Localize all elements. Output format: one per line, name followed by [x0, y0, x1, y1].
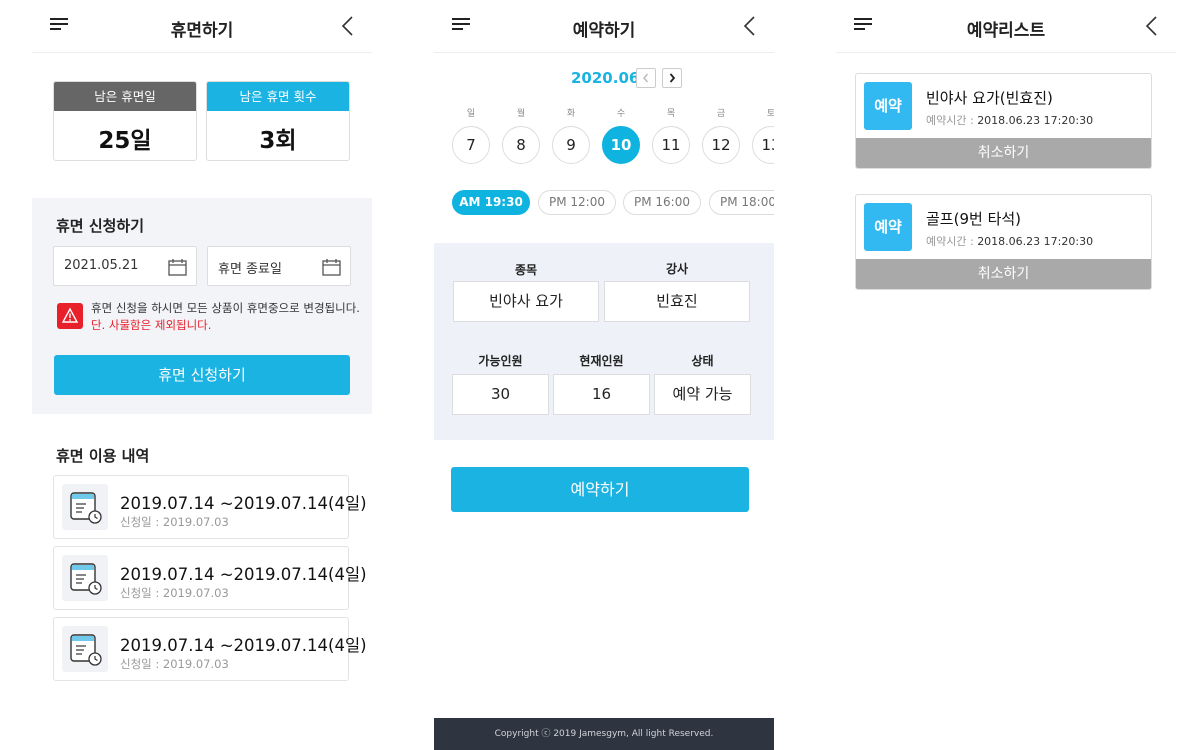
- day-button[interactable]: 13: [752, 126, 774, 164]
- status-label: 상태: [691, 354, 714, 368]
- reservation-time-label: 예약시간 :: [926, 235, 978, 248]
- notice-exception-text: 단. 사물함은 제외됩니다.: [91, 318, 212, 332]
- day-button[interactable]: 7: [452, 126, 490, 164]
- reservation-time-value: 2018.06.23 17:20:30: [977, 235, 1094, 248]
- calendar-icon[interactable]: [168, 258, 187, 276]
- day-button[interactable]: 9: [552, 126, 590, 164]
- document-clock-icon: [62, 626, 108, 672]
- instructor-value: 빈효진: [604, 281, 750, 322]
- day-button-selected[interactable]: 10: [602, 126, 640, 164]
- reservation-badge: 예약: [864, 82, 912, 130]
- current-count-value: 16: [553, 374, 650, 415]
- weekday-label: 화: [566, 109, 576, 119]
- remaining-days-label: 남은 휴면일: [54, 82, 196, 111]
- reservation-name: 빈야사 요가(빈효진): [926, 89, 1053, 107]
- reservation-list-screen: 예약리스트 예약 빈야사 요가(빈효진) 예약시간 : 2018.06.23 1…: [836, 0, 1176, 750]
- status-value: 예약 가능: [654, 374, 751, 415]
- reservation-screen: 예약하기 2020.06 일 월 화 수 목 금 토 7 8 9 10 11 1…: [434, 0, 774, 750]
- history-item[interactable]: 2019.07.14 ~2019.07.14(4일) 신청일 : 2019.07…: [53, 475, 367, 539]
- page-title: 예약리스트: [966, 21, 1046, 41]
- back-chevron-icon[interactable]: [1144, 15, 1160, 37]
- remaining-count-value: 3회: [259, 128, 297, 154]
- day-button[interactable]: 8: [502, 126, 540, 164]
- reservation-name: 골프(9번 타석): [926, 210, 1022, 228]
- dormancy-screen: 휴면하기 남은 휴면일 25일 남은 휴면 횟수 3회 휴면 신청하기 2021…: [32, 0, 372, 750]
- footer-copyright: Copyright ⓒ 2019 Jamesgym, All light Res…: [434, 718, 774, 750]
- history-applied-date: 신청일 : 2019.07.03: [120, 657, 229, 671]
- history-range: 2019.07.14 ~2019.07.14(4일): [120, 565, 367, 584]
- start-date-value: 2021.05.21: [64, 258, 139, 273]
- remaining-count-label: 남은 휴면 횟수: [207, 82, 349, 111]
- weekday-label: 월: [516, 109, 526, 119]
- remaining-days-value: 25일: [98, 128, 152, 154]
- apply-section-title: 휴면 신청하기: [56, 217, 145, 235]
- start-date-field[interactable]: 2021.05.21: [53, 246, 197, 286]
- capacity-label: 가능인원: [478, 354, 523, 368]
- back-chevron-icon[interactable]: [340, 15, 356, 37]
- day-button[interactable]: 11: [652, 126, 690, 164]
- cancel-reservation-button[interactable]: 취소하기: [856, 259, 1151, 289]
- time-slot[interactable]: PM 18:00: [709, 190, 774, 215]
- history-range: 2019.07.14 ~2019.07.14(4일): [120, 494, 367, 513]
- time-slot[interactable]: PM 16:00: [623, 190, 701, 215]
- time-slot[interactable]: PM 12:00: [538, 190, 616, 215]
- history-applied-date: 신청일 : 2019.07.03: [120, 586, 229, 600]
- history-range: 2019.07.14 ~2019.07.14(4일): [120, 636, 367, 655]
- calendar-icon[interactable]: [322, 258, 341, 276]
- day-button[interactable]: 12: [702, 126, 740, 164]
- dormancy-topbar: 휴면하기: [32, 0, 372, 53]
- instructor-label: 강사: [665, 262, 689, 276]
- cancel-reservation-button[interactable]: 취소하기: [856, 138, 1151, 168]
- apply-dormancy-button[interactable]: 휴면 신청하기: [54, 355, 350, 395]
- warning-icon: [57, 303, 83, 329]
- end-date-field[interactable]: 휴면 종료일: [207, 246, 351, 286]
- end-date-placeholder: 휴면 종료일: [218, 262, 282, 277]
- weekday-label: 토: [766, 109, 774, 119]
- remaining-days-card: 남은 휴면일 25일: [53, 81, 197, 161]
- weekday-label: 수: [616, 109, 626, 119]
- document-clock-icon: [62, 555, 108, 601]
- reservation-card: 예약 골프(9번 타석) 예약시간 : 2018.06.23 17:20:30 …: [855, 194, 1152, 290]
- reservation-badge: 예약: [864, 203, 912, 251]
- reservation-time-value: 2018.06.23 17:20:30: [977, 114, 1094, 127]
- weekday-label: 목: [666, 109, 676, 119]
- history-title: 휴면 이용 내역: [56, 447, 150, 465]
- reservation-card: 예약 빈야사 요가(빈효진) 예약시간 : 2018.06.23 17:20:3…: [855, 73, 1152, 169]
- history-item[interactable]: 2019.07.14 ~2019.07.14(4일) 신청일 : 2019.07…: [53, 617, 367, 681]
- reservation-time-label: 예약시간 :: [926, 114, 978, 127]
- current-count-label: 현재인원: [579, 354, 624, 368]
- weekday-label: 일: [466, 109, 476, 119]
- weekday-label: 금: [716, 109, 726, 119]
- sport-value: 빈야사 요가: [453, 281, 599, 322]
- history-applied-date: 신청일 : 2019.07.03: [120, 515, 229, 529]
- dormancy-apply-panel: 휴면 신청하기 2021.05.21 휴면 종료일 휴면 신청을 하시면 모든 …: [32, 198, 372, 414]
- notice-text: 휴면 신청을 하시면 모든 상품이 휴면중으로 변경됩니다.: [91, 301, 360, 315]
- sport-label: 종목: [514, 263, 538, 277]
- reservation-time: 예약시간 : 2018.06.23 17:20:30: [926, 112, 1093, 128]
- reservation-list-topbar: 예약리스트: [836, 0, 1176, 53]
- page-title: 휴면하기: [170, 21, 234, 41]
- date-time-strip: 일 월 화 수 목 금 토 7 8 9 10 11 12 13 AM 19:30…: [434, 0, 774, 240]
- reservation-time: 예약시간 : 2018.06.23 17:20:30: [926, 233, 1093, 249]
- class-info-panel: 종목 강사 빈야사 요가 빈효진 가능인원 현재인원 상태 30 16 예약 가…: [434, 243, 774, 440]
- time-slot-selected[interactable]: AM 19:30: [452, 190, 530, 215]
- document-clock-icon: [62, 484, 108, 530]
- remaining-count-card: 남은 휴면 횟수 3회: [206, 81, 350, 161]
- history-item[interactable]: 2019.07.14 ~2019.07.14(4일) 신청일 : 2019.07…: [53, 546, 367, 610]
- reserve-button[interactable]: 예약하기: [451, 467, 749, 512]
- capacity-value: 30: [452, 374, 549, 415]
